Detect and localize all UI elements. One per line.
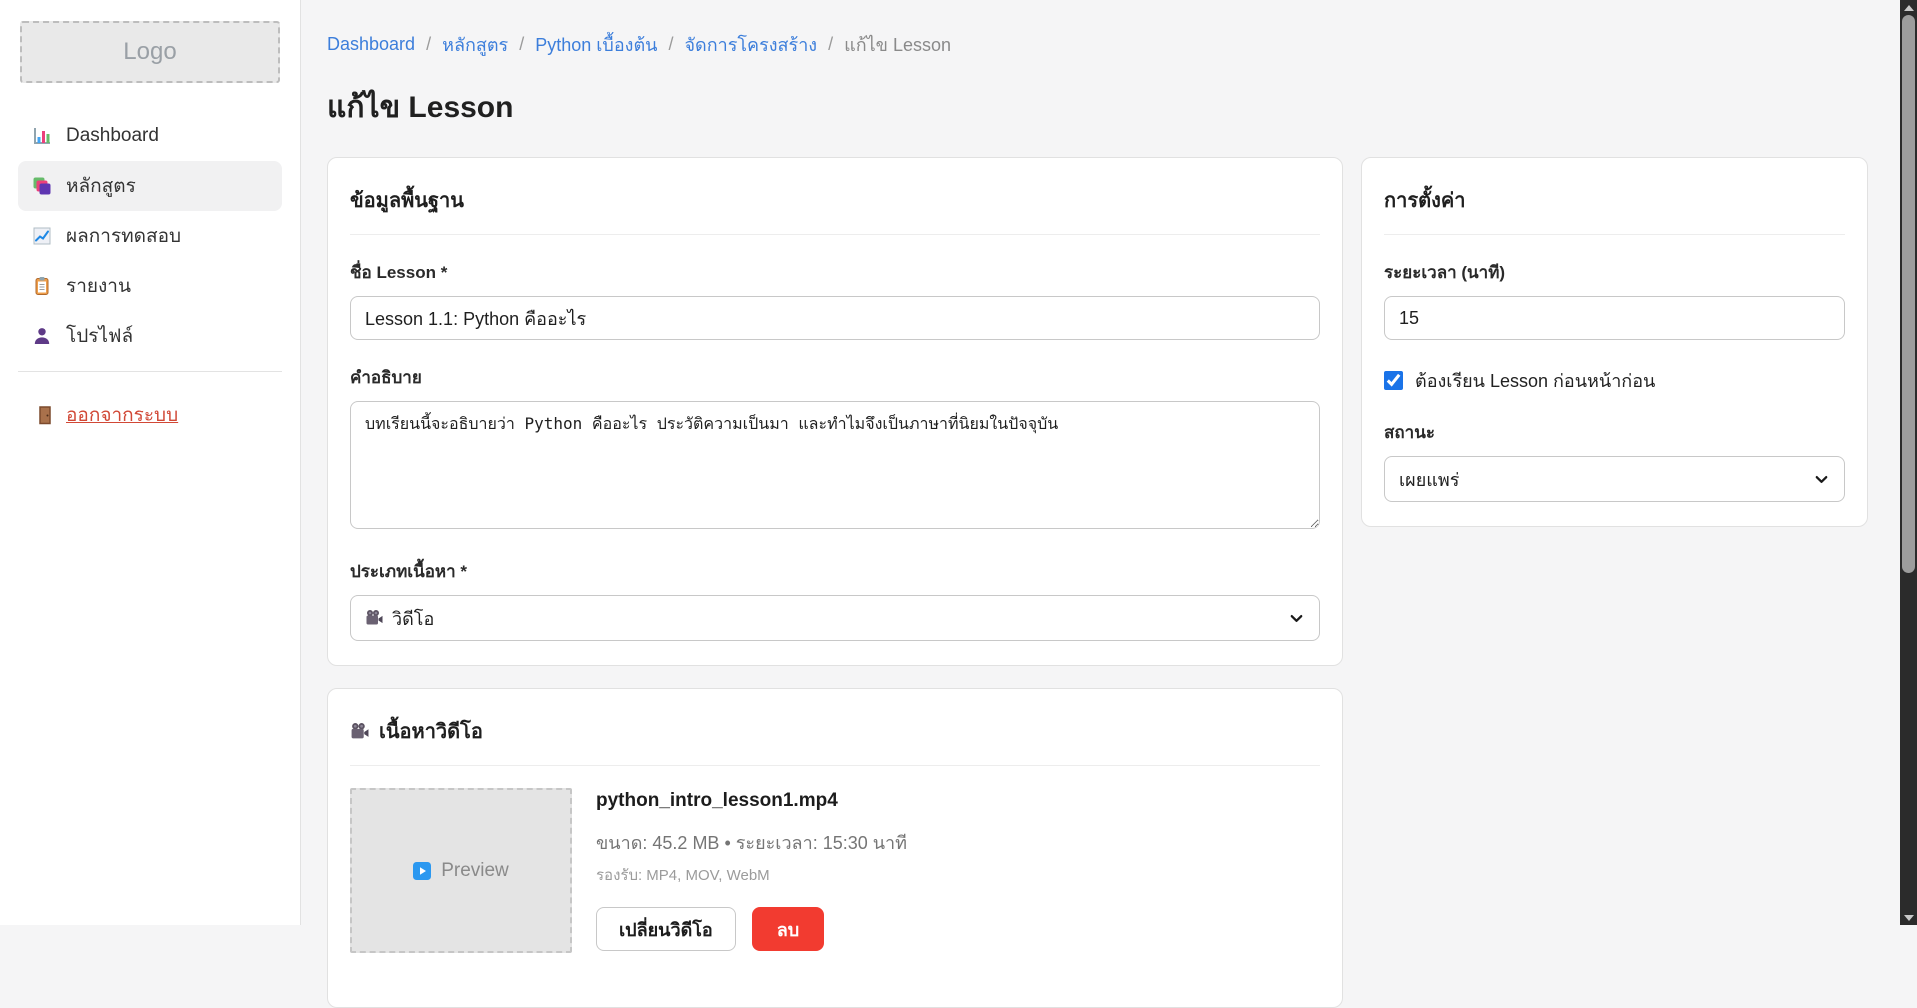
sidebar-item-courses[interactable]: หลักสูตร	[18, 161, 282, 211]
prerequisite-label: ต้องเรียน Lesson ก่อนหน้าก่อน	[1415, 366, 1655, 395]
description-textarea[interactable]: บทเรียนนี้จะอธิบายว่า Python คืออะไร ประ…	[350, 401, 1320, 529]
video-supported-formats: รองรับ: MP4, MOV, WebM	[596, 863, 907, 887]
clipboard-icon	[32, 276, 52, 296]
settings-card: การตั้งค่า ระยะเวลา (นาที) ต้องเรียน Les…	[1361, 157, 1868, 527]
basic-info-card-title: ข้อมูลพื้นฐาน	[350, 182, 1320, 235]
video-preview-label: Preview	[441, 860, 509, 882]
sidebar-item-dashboard[interactable]: Dashboard	[18, 111, 282, 161]
sidebar-divider	[18, 371, 282, 372]
play-icon	[413, 862, 431, 880]
duration-field: ระยะเวลา (นาที)	[1384, 259, 1845, 340]
breadcrumb-current: แก้ไข Lesson	[844, 30, 951, 59]
video-content-card: เนื้อหาวิดีโอ Preview python_intro_lesso…	[327, 688, 1343, 1008]
logo-placeholder: Logo	[20, 21, 280, 83]
line-chart-icon	[32, 226, 52, 246]
door-icon	[36, 405, 54, 425]
scrollbar-up-arrow[interactable]	[1900, 0, 1917, 15]
basic-info-card: ข้อมูลพื้นฐาน ชื่อ Lesson * คำอธิบาย บทเ…	[327, 157, 1343, 666]
breadcrumb: Dashboard / หลักสูตร / Python เบื้องต้น …	[327, 30, 1868, 59]
scrollbar-thumb[interactable]	[1902, 15, 1915, 573]
content-type-label: ประเภทเนื้อหา *	[350, 558, 1320, 585]
description-field: คำอธิบาย บทเรียนนี้จะอธิบายว่า Python คื…	[350, 364, 1320, 534]
person-icon	[32, 326, 52, 346]
change-video-button[interactable]: เปลี่ยนวิดีโอ	[596, 907, 736, 951]
breadcrumb-link-courses[interactable]: หลักสูตร	[442, 30, 508, 59]
content-type-value: วิดีโอ	[392, 604, 434, 633]
breadcrumb-link-dashboard[interactable]: Dashboard	[327, 34, 415, 55]
video-media-row: Preview python_intro_lesson1.mp4 ขนาด: 4…	[350, 788, 1320, 953]
sidebar-item-label: ผลการทดสอบ	[66, 221, 181, 251]
app-root: Logo Dashboard หลักสูตร ผลการทดสอบ	[0, 0, 1917, 925]
video-card-title-text: เนื้อหาวิดีโอ	[379, 715, 483, 747]
description-label: คำอธิบาย	[350, 364, 1320, 391]
page-title: แก้ไข Lesson	[327, 84, 1868, 131]
sidebar-item-label: Dashboard	[66, 125, 159, 147]
breadcrumb-separator: /	[828, 34, 833, 55]
lesson-name-field: ชื่อ Lesson *	[350, 259, 1320, 340]
breadcrumb-separator: /	[426, 34, 431, 55]
sidebar-nav: Dashboard หลักสูตร ผลการทดสอบ รายงาน	[0, 111, 300, 361]
breadcrumb-separator: /	[668, 34, 673, 55]
prerequisite-row: ต้องเรียน Lesson ก่อนหน้าก่อน	[1384, 366, 1845, 395]
breadcrumb-link-course-python[interactable]: Python เบื้องต้น	[535, 30, 657, 59]
content-type-field: ประเภทเนื้อหา * วิดีโอ	[350, 558, 1320, 641]
content-type-select[interactable]: วิดีโอ	[350, 595, 1320, 641]
bar-chart-icon	[32, 126, 52, 146]
video-card-title: เนื้อหาวิดีโอ	[350, 713, 1320, 766]
movie-camera-icon	[365, 609, 383, 627]
scrollbar-down-arrow[interactable]	[1900, 910, 1917, 925]
duration-input[interactable]	[1384, 296, 1845, 340]
video-file-name: python_intro_lesson1.mp4	[596, 790, 907, 812]
books-icon	[32, 176, 52, 196]
sidebar-item-label: หลักสูตร	[66, 171, 136, 201]
breadcrumb-separator: /	[519, 34, 524, 55]
video-file-meta: ขนาด: 45.2 MB • ระยะเวลา: 15:30 นาที	[596, 828, 907, 857]
logout-label: ออกจากระบบ	[66, 400, 178, 430]
video-buttons: เปลี่ยนวิดีโอ ลบ	[596, 907, 907, 951]
delete-video-button[interactable]: ลบ	[752, 907, 824, 951]
breadcrumb-link-manage-structure[interactable]: จัดการโครงสร้าง	[684, 30, 817, 59]
settings-card-title: การตั้งค่า	[1384, 182, 1845, 235]
sidebar-item-label: โปรไฟล์	[66, 321, 133, 351]
logout-link[interactable]: ออกจากระบบ	[36, 400, 178, 430]
page-scrollbar[interactable]	[1900, 0, 1917, 925]
sidebar-item-profile[interactable]: โปรไฟล์	[18, 311, 282, 361]
status-field: สถานะ เผยแพร่	[1384, 419, 1845, 502]
sidebar-item-reports[interactable]: รายงาน	[18, 261, 282, 311]
video-preview[interactable]: Preview	[350, 788, 572, 953]
video-file-info: python_intro_lesson1.mp4 ขนาด: 45.2 MB •…	[596, 788, 907, 953]
prerequisite-checkbox[interactable]	[1384, 371, 1403, 390]
sidebar-item-test-results[interactable]: ผลการทดสอบ	[18, 211, 282, 261]
sidebar-item-label: รายงาน	[66, 271, 131, 301]
lesson-name-input[interactable]	[350, 296, 1320, 340]
lesson-name-label: ชื่อ Lesson *	[350, 259, 1320, 286]
status-value: เผยแพร่	[1399, 465, 1459, 494]
status-select[interactable]: เผยแพร่	[1384, 456, 1845, 502]
movie-camera-icon	[350, 722, 369, 741]
chevron-down-icon	[1288, 610, 1305, 627]
form-grid: ข้อมูลพื้นฐาน ชื่อ Lesson * คำอธิบาย บทเ…	[327, 157, 1868, 666]
status-label: สถานะ	[1384, 419, 1845, 446]
duration-label: ระยะเวลา (นาที)	[1384, 259, 1845, 286]
chevron-down-icon	[1813, 471, 1830, 488]
logo-text: Logo	[123, 38, 176, 66]
main-content: Dashboard / หลักสูตร / Python เบื้องต้น …	[301, 0, 1917, 925]
sidebar: Logo Dashboard หลักสูตร ผลการทดสอบ	[0, 0, 301, 925]
